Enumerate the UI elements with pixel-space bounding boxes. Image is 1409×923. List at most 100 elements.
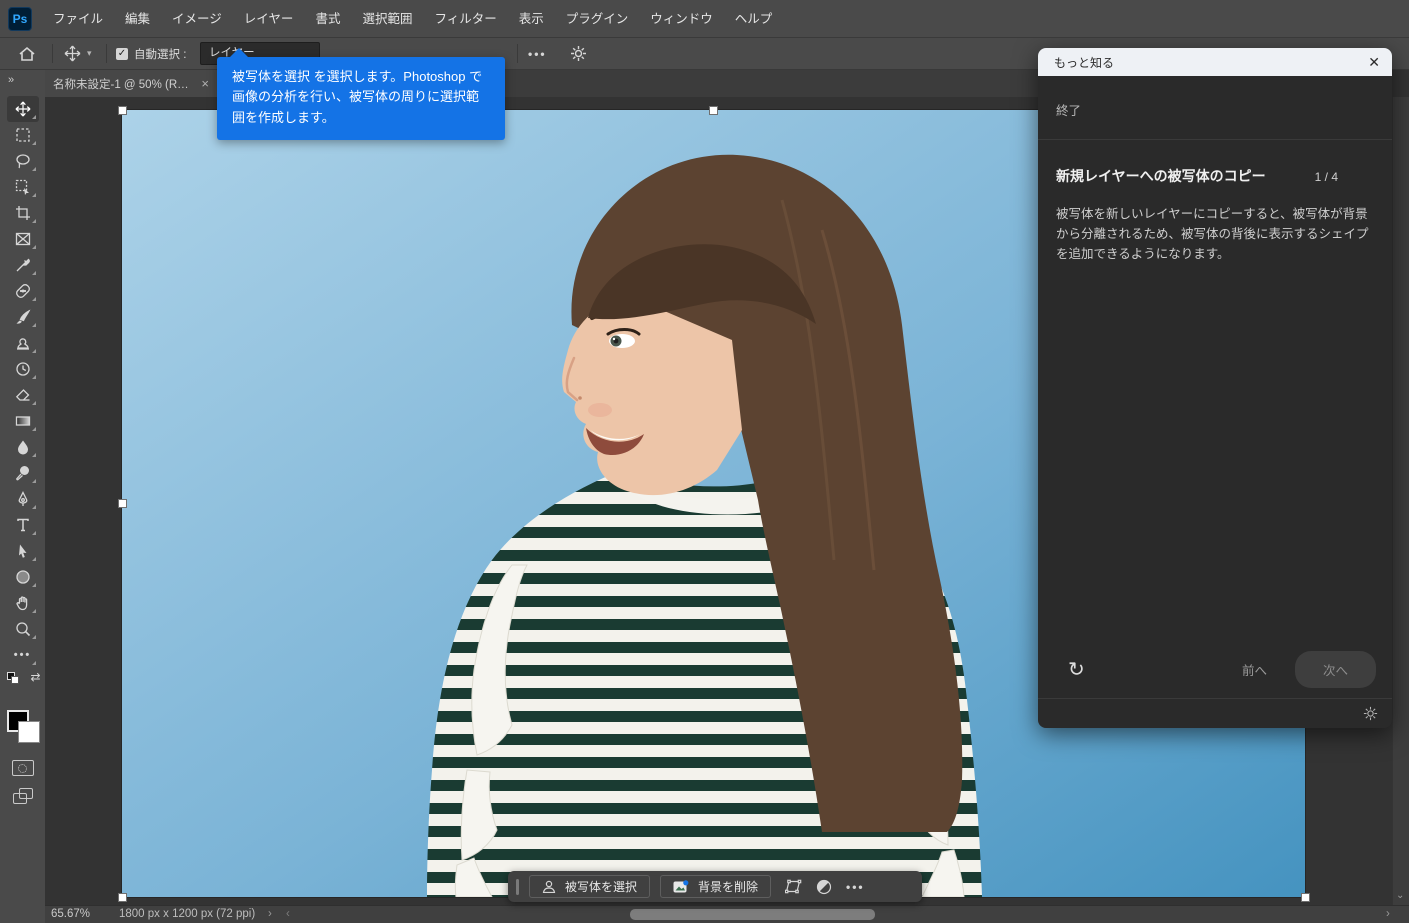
- quick-mask-mode-button[interactable]: [12, 760, 34, 776]
- checkbox-check-icon: ✓: [116, 48, 128, 60]
- home-icon: [18, 46, 36, 62]
- status-chevron-right[interactable]: ›: [268, 908, 272, 920]
- menu-select[interactable]: 選択範囲: [351, 0, 423, 38]
- history-brush-tool[interactable]: [7, 356, 39, 382]
- hand-tool[interactable]: [7, 590, 39, 616]
- status-chevron-left[interactable]: ‹: [286, 908, 290, 920]
- screen-mode-button[interactable]: [13, 788, 33, 804]
- home-button[interactable]: [18, 38, 36, 69]
- dodge-tool[interactable]: [7, 460, 39, 486]
- brush-tool[interactable]: [7, 304, 39, 330]
- hand-icon: [15, 595, 31, 611]
- zoom-tool[interactable]: [7, 616, 39, 642]
- chevron-down-icon: ▾: [87, 48, 92, 59]
- learn-panel-footer: ↻ 前へ 次へ: [1038, 640, 1392, 698]
- menu-bar: Ps ファイル 編集 イメージ レイヤー 書式 選択範囲 フィルター 表示 プラ…: [0, 0, 1409, 38]
- history-brush-icon: [15, 361, 31, 377]
- menu-edit[interactable]: 編集: [114, 0, 161, 38]
- transform-button[interactable]: [785, 879, 802, 894]
- menu-type[interactable]: 書式: [304, 0, 351, 38]
- background-color-swatch[interactable]: [18, 721, 40, 743]
- quick-mask-icon: [18, 764, 27, 773]
- transform-handle-bottom-left[interactable]: [118, 893, 127, 902]
- transform-handle-top-center[interactable]: [709, 106, 718, 115]
- move-tool-icon: [15, 101, 31, 117]
- move-icon: [64, 45, 81, 62]
- gradient-tool[interactable]: [7, 408, 39, 434]
- color-swatches[interactable]: [5, 710, 41, 746]
- auto-select-checkbox[interactable]: ✓: [116, 38, 128, 69]
- next-step-button[interactable]: 次へ: [1295, 651, 1376, 688]
- frame-tool[interactable]: [7, 226, 39, 252]
- workspace-settings-button[interactable]: [570, 38, 587, 69]
- document-title: 名称未設定-1 @ 50% (RGB/8): [53, 76, 193, 92]
- previous-step-button[interactable]: 前へ: [1242, 660, 1267, 679]
- eyedropper-icon: [15, 257, 31, 273]
- swap-arrows-icon: ⇄: [30, 670, 40, 684]
- object-selection-tool[interactable]: [7, 174, 39, 200]
- rectangular-marquee-tool[interactable]: [7, 122, 39, 148]
- transform-handle-bottom-right[interactable]: [1301, 893, 1310, 902]
- drag-handle[interactable]: [516, 879, 519, 895]
- gear-icon[interactable]: [1363, 706, 1378, 721]
- horizontal-scrollbar-thumb[interactable]: [630, 909, 875, 920]
- ellipse-shape-tool[interactable]: [7, 564, 39, 590]
- menu-image[interactable]: イメージ: [161, 0, 233, 38]
- swap-colors-control[interactable]: ⇄: [5, 672, 41, 708]
- magnifier-icon: [15, 621, 31, 637]
- healing-bandage-icon: [15, 283, 31, 299]
- tab-close-icon[interactable]: ×: [201, 76, 209, 91]
- dodge-icon: [15, 465, 31, 481]
- auto-select-label: 自動選択 :: [134, 38, 186, 69]
- adjustments-button[interactable]: [816, 879, 832, 895]
- spot-healing-brush-tool[interactable]: [7, 278, 39, 304]
- contextual-task-bar: 被写体を選択 背景を削除 •••: [508, 871, 922, 902]
- transform-icon: [785, 879, 802, 894]
- tool-preset-move[interactable]: ▾: [64, 38, 92, 69]
- collapsed-panel-dock: ⌄: [1392, 97, 1409, 905]
- transform-handle-mid-left[interactable]: [118, 499, 127, 508]
- gear-icon: [570, 45, 587, 62]
- select-subject-button[interactable]: 被写体を選択: [529, 875, 650, 898]
- move-tool[interactable]: [7, 96, 39, 122]
- clone-stamp-icon: [15, 335, 31, 351]
- learn-panel-header: もっと知る ✕: [1038, 48, 1392, 76]
- toolbar-collapse-button[interactable]: »: [0, 70, 45, 96]
- transform-handle-top-left[interactable]: [118, 106, 127, 115]
- close-icon[interactable]: ✕: [1368, 54, 1380, 71]
- contrast-icon: [816, 879, 832, 895]
- menu-window[interactable]: ウィンドウ: [639, 0, 724, 38]
- photoshop-logo[interactable]: Ps: [8, 7, 32, 31]
- path-selection-tool[interactable]: [7, 538, 39, 564]
- more-options-button[interactable]: •••: [528, 38, 547, 69]
- scroll-right-chevron[interactable]: ›: [1386, 908, 1390, 920]
- restart-icon[interactable]: ↻: [1068, 657, 1085, 682]
- menu-file[interactable]: ファイル: [42, 0, 114, 38]
- pen-tool[interactable]: [7, 486, 39, 512]
- type-tool[interactable]: [7, 512, 39, 538]
- menu-layer[interactable]: レイヤー: [233, 0, 305, 38]
- menu-plugins[interactable]: プラグイン: [555, 0, 640, 38]
- divider: [52, 44, 53, 63]
- brush-icon: [15, 309, 31, 325]
- eyedropper-tool[interactable]: [7, 252, 39, 278]
- document-tab[interactable]: 名称未設定-1 @ 50% (RGB/8) ×: [45, 70, 217, 97]
- object-selection-icon: [15, 179, 31, 195]
- zoom-level-field[interactable]: 65.67%: [51, 908, 90, 920]
- crop-tool[interactable]: [7, 200, 39, 226]
- exit-tutorial-button[interactable]: 終了: [1038, 76, 1392, 139]
- task-bar-more-button[interactable]: •••: [846, 880, 865, 894]
- more-tools-button[interactable]: •••: [7, 642, 39, 668]
- menu-help[interactable]: ヘルプ: [724, 0, 784, 38]
- frame-icon: [15, 231, 31, 247]
- blur-tool[interactable]: [7, 434, 39, 460]
- menu-view[interactable]: 表示: [508, 0, 555, 38]
- clone-stamp-tool[interactable]: [7, 330, 39, 356]
- eraser-tool[interactable]: [7, 382, 39, 408]
- step-description: 被写体を新しいレイヤーにコピーすると、被写体が背景から分離されるため、被写体の背…: [1056, 204, 1374, 264]
- person-icon: [542, 880, 556, 893]
- lasso-tool[interactable]: [7, 148, 39, 174]
- remove-background-button[interactable]: 背景を削除: [660, 875, 771, 898]
- menu-filter[interactable]: フィルター: [423, 0, 507, 38]
- scroll-down-chevron[interactable]: ⌄: [1396, 890, 1404, 901]
